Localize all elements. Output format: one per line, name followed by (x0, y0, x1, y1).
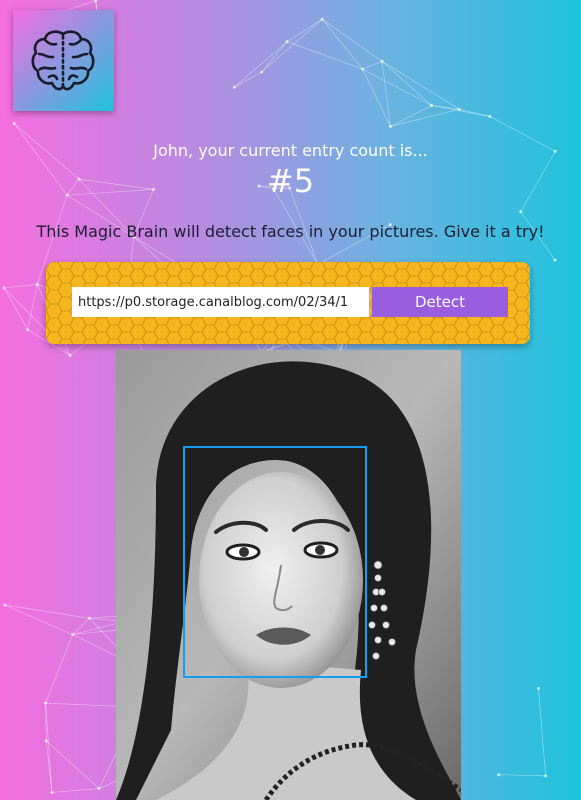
image-url-form: Detect (46, 262, 530, 344)
rank-greeting: John, your current entry count is... (153, 141, 428, 160)
app-description: This Magic Brain will detect faces in yo… (36, 222, 545, 241)
brain-logo-tile[interactable] (13, 10, 114, 111)
image-url-input[interactable] (72, 287, 369, 317)
detect-button[interactable]: Detect (372, 287, 508, 317)
entry-count: #5 (266, 162, 315, 200)
brain-icon (31, 30, 95, 91)
face-bounding-box (183, 446, 367, 678)
